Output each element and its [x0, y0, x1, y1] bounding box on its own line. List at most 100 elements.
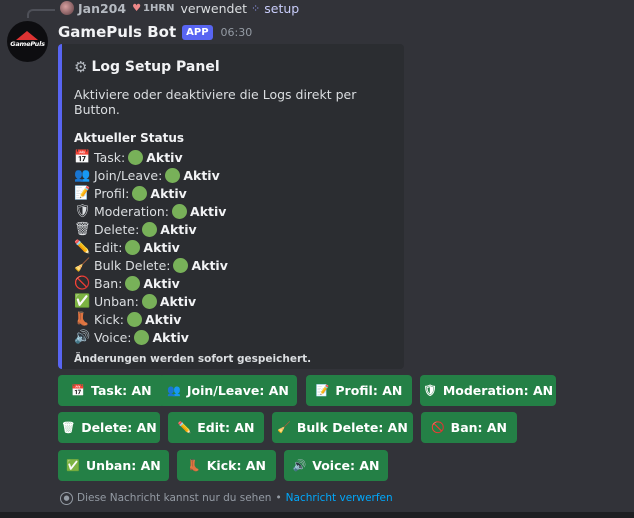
reply-context: Jan204 ♥ 1HRN verwendet ⁘ setup — [60, 0, 299, 16]
green-circle-icon — [141, 293, 157, 309]
embed-footer: Änderungen werden sofort gespeichert. — [74, 353, 312, 365]
button-label: Voice: AN — [312, 458, 380, 473]
embed-card: ⚙ Log Setup Panel Aktiviere oder deaktiv… — [58, 44, 404, 369]
button-label: Task: AN — [91, 383, 152, 398]
broom-icon: 🧹 — [74, 257, 91, 273]
message-timestamp[interactable]: 06:30 — [221, 26, 253, 39]
status-row-unban: ✅ Unban: Aktiv — [74, 292, 390, 310]
memo-icon: 📝 — [74, 185, 91, 201]
status-value: Aktiv — [190, 203, 227, 219]
button-label: Unban: AN — [85, 458, 161, 473]
check-mark-icon: ✅ — [66, 459, 80, 472]
status-label: Moderation: — [94, 203, 170, 219]
status-label: Task: — [94, 149, 126, 165]
shield-icon: 🛡 — [74, 203, 91, 219]
status-row-ban: 🚫 Ban: Aktiv — [74, 274, 390, 292]
reply-command[interactable]: setup — [264, 1, 299, 16]
embed-title-text: Log Setup Panel — [91, 59, 220, 75]
status-value: Aktiv — [191, 257, 228, 273]
calendar-icon: 📅 — [71, 384, 86, 397]
boot-icon: 👢 — [187, 459, 201, 472]
reply-connector — [27, 9, 55, 18]
status-row-moderation: 🛡 Moderation: Aktiv — [74, 202, 390, 220]
heart-shield-icon: ♥ — [132, 2, 142, 14]
unban-toggle-button[interactable]: ✅ Unban: AN — [58, 450, 169, 481]
calendar-icon: 📅 — [74, 149, 91, 165]
eye-icon: ● — [60, 491, 73, 505]
green-circle-icon — [172, 203, 188, 219]
button-label: Moderation: AN — [442, 383, 554, 398]
bot-avatar[interactable]: GamePuls — [7, 21, 48, 62]
task-toggle-button[interactable]: 📅 Task: AN — [58, 375, 165, 406]
dismiss-message-link[interactable]: Nachricht verwerfen — [286, 492, 393, 504]
status-value: Aktiv — [146, 149, 183, 165]
pencil-icon: ✏️ — [177, 421, 192, 434]
status-label: Profil: — [94, 185, 130, 201]
bulk-delete-toggle-button[interactable]: 🧹 Bulk Delete: AN — [272, 412, 413, 443]
edit-toggle-button[interactable]: ✏️ Edit: AN — [168, 412, 264, 443]
status-value: Aktiv — [150, 185, 187, 201]
status-value: Aktiv — [143, 239, 180, 255]
status-label: Kick: — [94, 311, 124, 327]
ban-toggle-button[interactable]: 🚫 Ban: AN — [421, 412, 517, 443]
button-label: Ban: AN — [450, 420, 508, 435]
ephemeral-notice: ● Diese Nachricht kannst nur du sehen • … — [60, 490, 393, 506]
trash-icon: 🗑 — [74, 221, 91, 237]
check-mark-icon: ✅ — [74, 293, 91, 309]
bottom-divider — [0, 512, 634, 518]
status-row-bulk-delete: 🧹 Bulk Delete: Aktiv — [74, 256, 390, 274]
kick-toggle-button[interactable]: 👢 Kick: AN — [177, 450, 276, 481]
embed-title: ⚙ Log Setup Panel — [74, 58, 390, 76]
button-label: Edit: AN — [197, 420, 255, 435]
profil-toggle-button[interactable]: 📝 Profil: AN — [306, 375, 412, 406]
status-label: Unban: — [94, 293, 139, 309]
green-circle-icon — [127, 311, 142, 327]
reply-user-avatar[interactable] — [60, 1, 74, 15]
speaker-icon: 🔊 — [292, 459, 307, 472]
status-value: Aktiv — [143, 275, 180, 291]
status-heading: Aktueller Status — [74, 131, 185, 145]
button-label: Delete: AN — [81, 420, 157, 435]
reply-user-tag: ♥ 1HRN — [130, 3, 176, 14]
join-leave-toggle-button[interactable]: 👥 Join/Leave: AN — [159, 375, 297, 406]
no-entry-icon: 🚫 — [430, 421, 445, 434]
status-row-profil: 📝 Profil: Aktiv — [74, 184, 390, 202]
embed-description: Aktiviere oder deaktiviere die Logs dire… — [74, 87, 357, 117]
status-row-edit: ✏️ Edit: Aktiv — [74, 238, 390, 256]
green-circle-icon — [173, 257, 189, 273]
boot-icon: 👢 — [74, 311, 91, 327]
reply-action-text: verwendet — [180, 0, 248, 16]
gear-icon: ⚙ — [74, 58, 88, 76]
status-row-task: 📅 Task: Aktiv — [74, 148, 390, 166]
button-label: Profil: AN — [335, 383, 403, 398]
green-circle-icon — [128, 149, 144, 165]
speaker-icon: 🔊 — [74, 329, 91, 345]
users-icon: 👥 — [74, 167, 91, 183]
green-circle-icon — [125, 275, 141, 291]
slash-command-icon: ⁘ — [251, 1, 261, 15]
status-label: Ban: — [94, 275, 123, 291]
memo-icon: 📝 — [315, 384, 330, 397]
button-label: Bulk Delete: AN — [296, 420, 408, 435]
status-row-kick: 👢 Kick: Aktiv — [74, 310, 390, 328]
voice-toggle-button[interactable]: 🔊 Voice: AN — [284, 450, 388, 481]
green-circle-icon — [132, 185, 148, 201]
status-label: Bulk Delete: — [94, 257, 171, 273]
status-value: Aktiv — [145, 311, 182, 327]
message-header: GamePuls Bot APP 06:30 — [58, 22, 252, 42]
delete-toggle-button[interactable]: 🗑 Delete: AN — [58, 412, 160, 443]
status-row-voice: 🔊 Voice: Aktiv — [74, 328, 390, 346]
ephemeral-separator: • — [275, 492, 282, 504]
pencil-icon: ✏️ — [74, 239, 91, 255]
status-label: Voice: — [94, 329, 132, 345]
status-list: 📅 Task: Aktiv 👥 Join/Leave: Aktiv 📝 Prof… — [74, 148, 390, 346]
moderation-toggle-button[interactable]: 🛡 Moderation: AN — [420, 375, 556, 406]
status-row-join-leave: 👥 Join/Leave: Aktiv — [74, 166, 390, 184]
green-circle-icon — [165, 167, 181, 183]
no-entry-icon: 🚫 — [74, 275, 91, 291]
logo-mountain-icon — [16, 31, 38, 40]
bot-name[interactable]: GamePuls Bot — [58, 23, 176, 41]
ephemeral-text: Diese Nachricht kannst nur du sehen — [77, 492, 272, 504]
avatar-logo-text: GamePuls — [10, 40, 45, 48]
reply-username[interactable]: Jan204 — [78, 1, 126, 16]
